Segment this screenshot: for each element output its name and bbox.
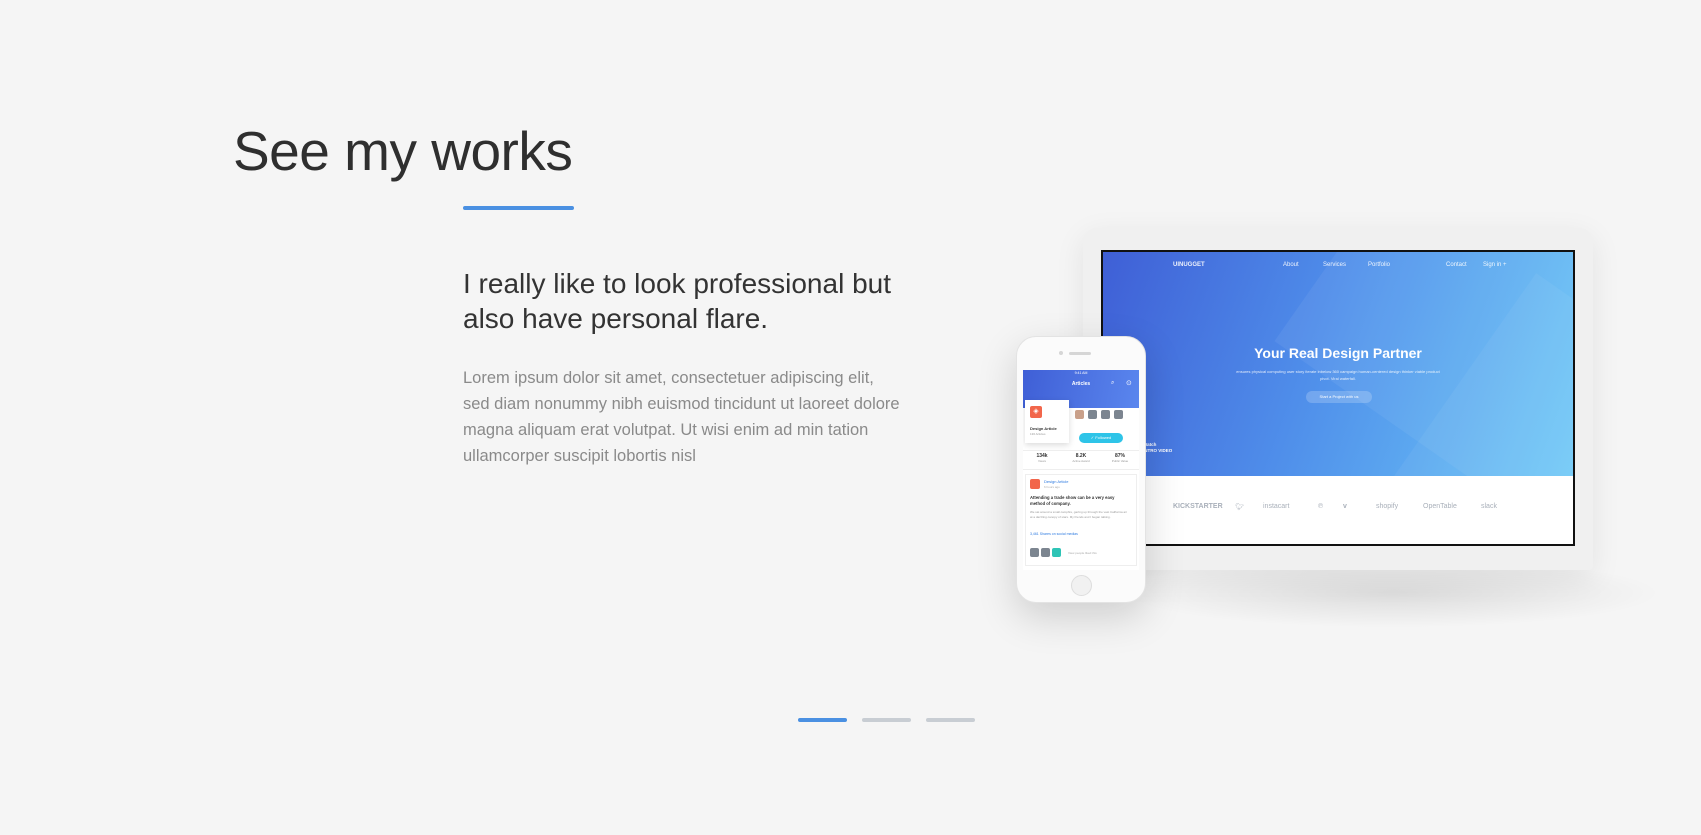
website-nav-contact: Contact bbox=[1446, 262, 1467, 268]
pagination-dot-3[interactable] bbox=[926, 718, 975, 722]
shopify-logo: shopify bbox=[1376, 503, 1399, 510]
avatar bbox=[1114, 410, 1123, 419]
website-nav-signin: Sign in + bbox=[1483, 262, 1507, 268]
avatar bbox=[1030, 548, 1039, 557]
title-underline bbox=[463, 206, 574, 210]
phone-camera bbox=[1059, 351, 1063, 355]
pagination-dot-2[interactable] bbox=[862, 718, 911, 722]
avatar bbox=[1052, 548, 1061, 557]
app-card-subtitle: 136 Articles bbox=[1030, 432, 1046, 436]
search-icon: ⌕ bbox=[1111, 380, 1115, 386]
article-icon: ◈ bbox=[1030, 406, 1042, 418]
app-status-time: 9:41 AM bbox=[1074, 371, 1088, 375]
phone-mockup: 9:41 AM Articles ⌕ ⊙ ◈ Design Article 13… bbox=[1016, 336, 1146, 603]
follower-avatars bbox=[1075, 410, 1135, 420]
app-header-title: Articles bbox=[1071, 381, 1091, 387]
website-nav: UINUGGET About Services Portfolio Contac… bbox=[1103, 262, 1573, 274]
instacart-logo: instacart bbox=[1263, 503, 1290, 510]
app-stat: 134k Views bbox=[1023, 453, 1061, 463]
settings-icon: ⊙ bbox=[1126, 380, 1132, 387]
app-stat: 8.2K Active Award bbox=[1062, 453, 1100, 463]
laptop-screen: UINUGGET About Services Portfolio Contac… bbox=[1101, 250, 1575, 546]
website-hero: UINUGGET About Services Portfolio Contac… bbox=[1103, 252, 1573, 476]
avatar bbox=[1075, 410, 1084, 419]
pagination-dot-1[interactable] bbox=[798, 718, 847, 722]
post-footer-text: View people liked this bbox=[1068, 551, 1097, 555]
post-body: We sat around a small campfire, gazing u… bbox=[1030, 510, 1127, 519]
phone-home-button bbox=[1071, 575, 1092, 596]
stat-label: Active Award bbox=[1072, 459, 1090, 463]
website-hero-subtitle: ensures physical computing user story it… bbox=[1236, 369, 1440, 381]
laptop-frame: UINUGGET About Services Portfolio Contac… bbox=[1083, 228, 1593, 570]
website-logos-row: KICKSTARTER 🐦︎ instacart ℗ v shopify Ope… bbox=[1103, 476, 1573, 544]
stat-label: Views bbox=[1038, 459, 1046, 463]
app-followed-button: ✓ Followed bbox=[1079, 433, 1123, 443]
section-body: Lorem ipsum dolor sit amet, consectetuer… bbox=[463, 369, 900, 465]
post-category: Design Article bbox=[1044, 479, 1069, 484]
post-avatars bbox=[1030, 548, 1070, 557]
avatar bbox=[1101, 410, 1110, 419]
phone-screen: 9:41 AM Articles ⌕ ⊙ ◈ Design Article 13… bbox=[1023, 370, 1139, 570]
slack-logo: slack bbox=[1481, 503, 1497, 510]
page-title: See my works bbox=[233, 120, 573, 182]
phone-speaker bbox=[1069, 352, 1091, 355]
post-time: 6 hours ago bbox=[1044, 485, 1060, 489]
avatar bbox=[1041, 548, 1050, 557]
slider-pagination bbox=[798, 718, 978, 724]
stat-label: Public Value bbox=[1111, 459, 1129, 463]
app-stats: 134k Views 8.2K Active Award 87% Public … bbox=[1023, 450, 1139, 470]
avatar bbox=[1088, 410, 1097, 419]
app-card-title: Design Article bbox=[1030, 426, 1057, 431]
website-nav-services: Services bbox=[1323, 262, 1347, 268]
website-logo: UINUGGET bbox=[1173, 262, 1205, 268]
website-nav-about: About bbox=[1283, 262, 1299, 268]
laptop-mockup: UINUGGET About Services Portfolio Contac… bbox=[1083, 228, 1663, 628]
intro-video-label: INTRO VIDEO bbox=[1143, 448, 1173, 453]
website-hero-button: Start a Project with us bbox=[1306, 391, 1372, 403]
opentable-logo: OpenTable bbox=[1423, 503, 1457, 510]
app-post-card: Design Article 6 hours ago Attending a t… bbox=[1025, 474, 1137, 566]
twitter-icon: 🐦︎ bbox=[1235, 504, 1244, 511]
website-hero-title: Your Real Design Partner bbox=[1254, 345, 1422, 361]
app-stat: 87% Public Value bbox=[1101, 453, 1139, 463]
post-category-icon bbox=[1030, 479, 1040, 489]
website-intro-video: Watch INTRO VIDEO bbox=[1143, 442, 1172, 454]
section-subtitle: I really like to look professional but a… bbox=[463, 268, 891, 334]
pinterest-icon: ℗ bbox=[1318, 503, 1324, 510]
website-nav-portfolio: Portfolio bbox=[1368, 262, 1391, 268]
post-share: 3,461 Shares on social medias bbox=[1030, 532, 1078, 536]
vimeo-icon: v bbox=[1343, 503, 1347, 510]
post-title: Attending a trade show can be a very eas… bbox=[1030, 495, 1115, 506]
kickstarter-logo: KICKSTARTER bbox=[1173, 503, 1223, 510]
app-profile-card: ◈ Design Article 136 Articles bbox=[1025, 400, 1069, 443]
